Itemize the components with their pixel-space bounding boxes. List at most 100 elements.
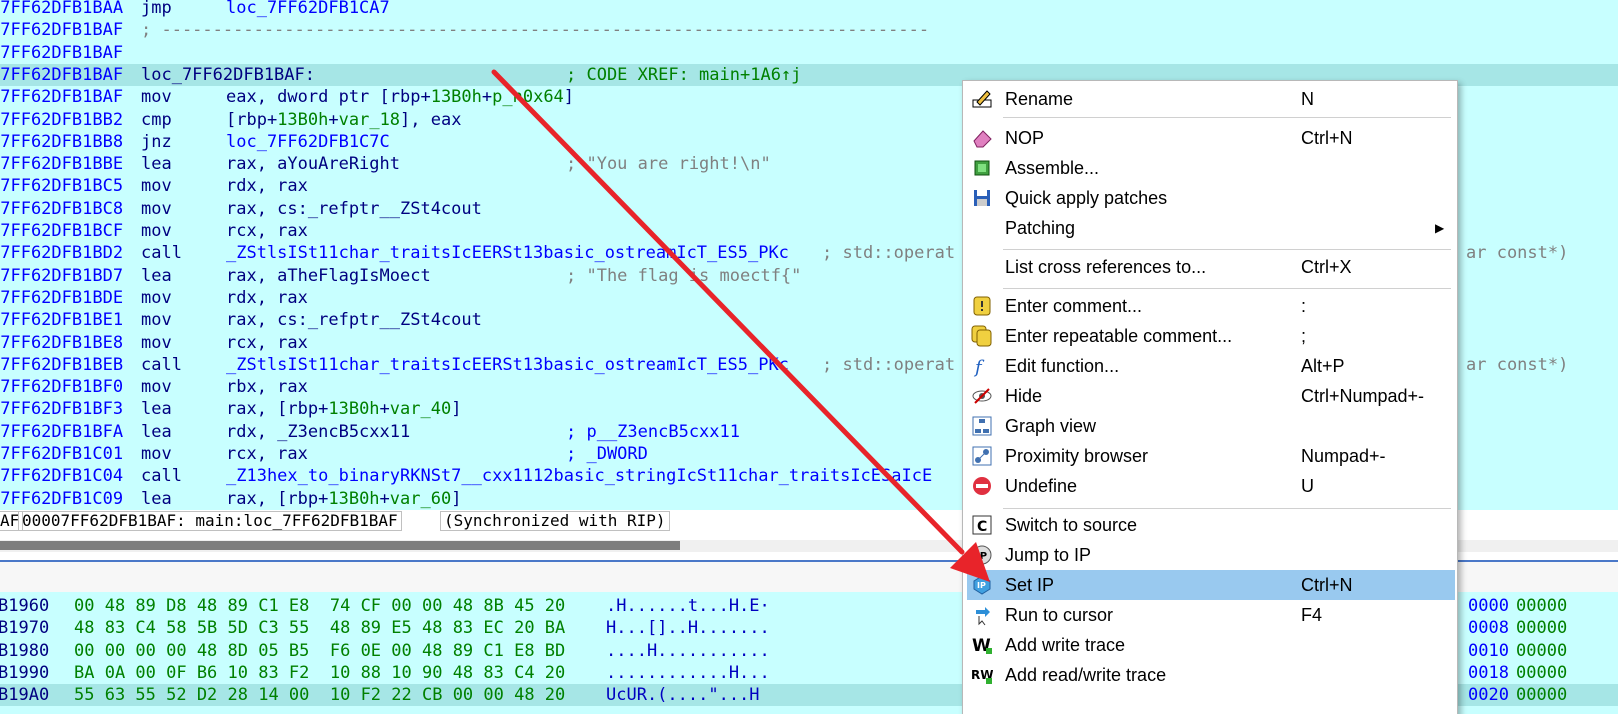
- menu-item-run-to-cursor[interactable]: Run to cursor F4: [967, 600, 1455, 630]
- hex-right-offset: 0020: [1468, 685, 1509, 706]
- menu-item-add-read-write-trace[interactable]: RW Add read/write trace: [967, 660, 1455, 690]
- menu-item-graph-view[interactable]: Graph view: [967, 411, 1455, 441]
- chip-icon: [971, 157, 993, 179]
- operand-part: 13B0h: [277, 109, 329, 130]
- hex-bytes: 00 48 89 D8 48 89 C1 E8 74 CF 00 00 48 8…: [74, 596, 566, 616]
- svg-text:C: C: [977, 519, 987, 535]
- menu-separator: [1003, 249, 1451, 250]
- operands[interactable]: rax, aYouAreRight: [226, 153, 400, 175]
- menu-item-add-write-trace[interactable]: W Add write trace: [967, 630, 1455, 660]
- menu-item-rename[interactable]: Rename N: [967, 84, 1455, 114]
- menu-item-label: Assemble...: [1005, 158, 1100, 178]
- operands[interactable]: rax, [rbp+13B0h+var_60]: [226, 488, 461, 510]
- menu-item-patching[interactable]: Patching ▶: [967, 213, 1455, 243]
- hex-right-offset: 0008: [1468, 618, 1509, 639]
- menu-separator: [1003, 117, 1451, 118]
- menu-item-set-ip[interactable]: IP Set IP Ctrl+N: [967, 570, 1455, 600]
- operands[interactable]: rax, cs:_refptr__ZSt4cout: [226, 309, 482, 331]
- context-menu[interactable]: Rename N NOP Ctrl+N Assemble... Quick apply p…: [962, 80, 1458, 714]
- operands[interactable]: rcx, rax: [226, 332, 308, 354]
- mnemonic: call: [141, 354, 182, 375]
- line-address: 07FF62DFB1BB8: [0, 131, 124, 152]
- operands[interactable]: rdx, rax: [226, 287, 308, 309]
- operands[interactable]: _Z13hex_to_binaryRKNSt7__cxx1112basic_st…: [226, 465, 932, 487]
- menu-item-undefine[interactable]: Undefine U: [967, 471, 1455, 501]
- operands[interactable]: loc_7FF62DFB1CA7: [226, 0, 390, 19]
- menu-item-nop[interactable]: NOP Ctrl+N: [967, 123, 1455, 153]
- line-comment-tail: ar const*): [1466, 354, 1569, 375]
- mnemonic: mov: [141, 221, 172, 241]
- menu-item-list-cross-references-to[interactable]: List cross references to... Ctrl+X: [967, 252, 1455, 282]
- line-comment: ; "The flag is moectf{": [566, 265, 802, 286]
- menu-item-label: List cross references to...: [1005, 257, 1207, 277]
- mnemonic: cmp: [141, 109, 172, 130]
- jump-ip-icon: IP: [971, 544, 993, 566]
- operand-part: rax, [rbp+: [226, 488, 329, 509]
- hex-bytes: 55 63 55 52 D2 28 14 00 10 F2 22 CB 00 0…: [74, 685, 566, 706]
- svg-text:f: f: [973, 357, 985, 377]
- line-comment: ; std::operat: [822, 354, 956, 375]
- operands[interactable]: _ZStlsISt11char_traitsIcEERSt13basic_ost…: [226, 242, 789, 264]
- menu-item-quick-apply-patches[interactable]: Quick apply patches: [967, 183, 1455, 213]
- operands[interactable]: rax, aTheFlagIsMoect: [226, 265, 431, 287]
- line-comment: ; _DWORD: [566, 444, 648, 464]
- eye-icon: [971, 385, 993, 407]
- menu-item-shortcut: ;: [1301, 326, 1307, 346]
- line-address: 07FF62DFB1BAF: [0, 20, 124, 41]
- hex-address: B1990: [0, 662, 50, 683]
- operands[interactable]: rax, cs:_refptr__ZSt4cout: [226, 198, 482, 220]
- mnemonic: mov: [141, 287, 172, 308]
- line-address: 07FF62DFB1BE1: [0, 310, 124, 331]
- menu-item-label: Edit function...: [1005, 356, 1120, 376]
- menu-item-enter-repeatable-comment[interactable]: Enter repeatable comment...;: [967, 321, 1455, 351]
- mnemonic: lea: [141, 421, 172, 442]
- menu-item-label: Enter repeatable comment...: [1005, 326, 1233, 346]
- line-address: 07FF62DFB1BAA: [0, 0, 124, 18]
- line-address: 07FF62DFB1BAF: [0, 42, 124, 63]
- operands[interactable]: loc_7FF62DFB1C7C: [226, 131, 390, 153]
- line-address: 07FF62DFB1BB2: [0, 109, 124, 130]
- operands[interactable]: rcx, rax: [226, 443, 308, 465]
- menu-item-proximity-browser[interactable]: Proximity browser Numpad+-: [967, 441, 1455, 471]
- menu-item-jump-to-ip[interactable]: IP Jump to IP: [967, 540, 1455, 570]
- set-ip-icon: IP: [971, 574, 993, 596]
- source-icon: C: [971, 514, 993, 536]
- scrollbar-thumb[interactable]: [0, 541, 680, 550]
- line-comment: ; std::operat: [822, 243, 956, 264]
- hex-bytes: BA 0A 00 0F B6 10 83 F2 10 88 10 90 48 8…: [74, 662, 566, 683]
- hex-right-offset: 0000: [1468, 596, 1509, 616]
- operands[interactable]: rbx, rax: [226, 376, 308, 398]
- menu-item-label: Quick apply patches: [1005, 188, 1168, 208]
- operand-part: ]: [451, 488, 462, 509]
- line-address: 07FF62DFB1C09: [0, 488, 124, 509]
- line-address: 07FF62DFB1BFA: [0, 421, 124, 442]
- menu-item-assemble[interactable]: Assemble...: [967, 153, 1455, 183]
- menu-item-edit-function[interactable]: f Edit function... Alt+P: [967, 351, 1455, 381]
- operands[interactable]: rdx, rax: [226, 175, 308, 197]
- menu-item-hide[interactable]: Hide Ctrl+Numpad+-: [967, 381, 1455, 411]
- operands[interactable]: rcx, rax: [226, 220, 308, 242]
- menu-item-switch-to-source[interactable]: C Switch to source: [967, 510, 1455, 540]
- operands[interactable]: _ZStlsISt11char_traitsIcEERSt13basic_ost…: [226, 354, 789, 376]
- write-trace-icon: W: [971, 634, 993, 656]
- code-label[interactable]: loc_7FF62DFB1BAF:: [141, 64, 315, 86]
- floppy-icon: [971, 187, 993, 209]
- operands[interactable]: rdx, _Z3encB5cxx11: [226, 421, 410, 443]
- menu-item-shortcut: U: [1301, 476, 1314, 496]
- mnemonic: lea: [141, 265, 172, 286]
- line-address: 07FF62DFB1BEB: [0, 354, 124, 375]
- separator-comment: ; --------------------------------------…: [141, 20, 930, 41]
- hex-bytes: 48 83 C4 58 5B 5D C3 55 48 89 E5 48 83 E…: [74, 618, 566, 639]
- menu-item-enter-comment[interactable]: Enter comment...:: [967, 291, 1455, 321]
- operand-part: ], eax: [400, 109, 462, 130]
- line-address: 07FF62DFB1BDE: [0, 287, 124, 308]
- line-address: 07FF62DFB1BC8: [0, 198, 124, 219]
- xref-comment[interactable]: ; CODE XREF: main+1A6↑j: [566, 64, 801, 86]
- operands[interactable]: rax, [rbp+13B0h+var_40]: [226, 398, 461, 420]
- operands[interactable]: eax, dword ptr [rbp+13B0h+p_n0x64]: [226, 86, 574, 108]
- menu-item-shortcut: F4: [1301, 605, 1323, 625]
- operands[interactable]: [rbp+13B0h+var_18], eax: [226, 109, 461, 131]
- mnemonic: mov: [141, 377, 172, 398]
- line-address: 07FF62DFB1BF0: [0, 377, 124, 398]
- mnemonic: mov: [141, 87, 172, 108]
